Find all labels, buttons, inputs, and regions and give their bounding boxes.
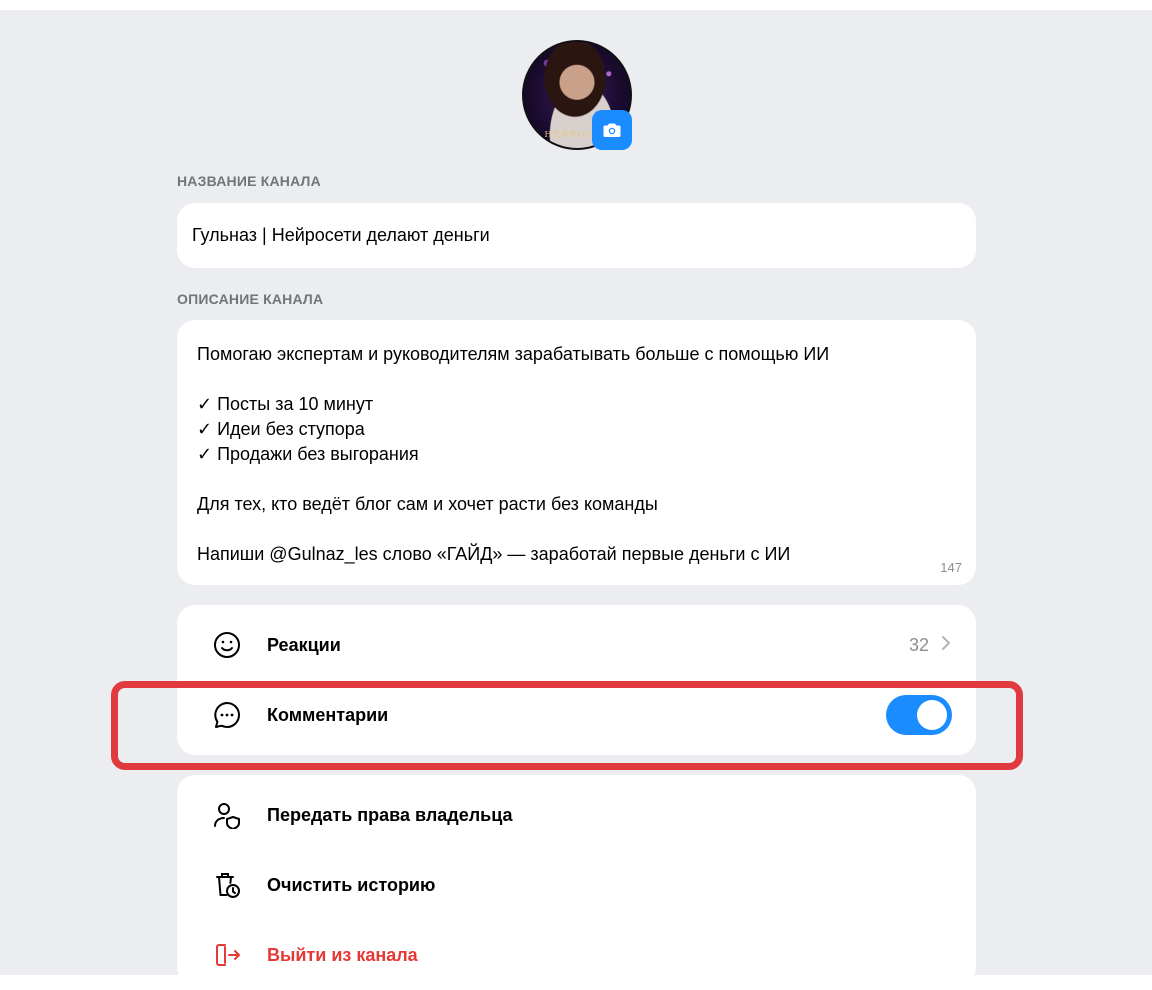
actions-card: Передать права владельца Очистить истори… xyxy=(177,775,976,985)
transfer-owner-row[interactable]: Передать права владельца xyxy=(177,780,976,850)
highlight-frame xyxy=(111,681,1023,770)
transfer-owner-label: Передать права владельца xyxy=(267,804,513,825)
description-line: Напиши @Gulnaz_les слово «ГАЙД» — зарабо… xyxy=(197,544,791,564)
clear-history-label: Очистить историю xyxy=(267,874,436,895)
channel-edit-page: НЕЙРОСЕТ НАЗВАНИЕ КАНАЛА Гульназ | Нейро… xyxy=(0,10,1152,985)
chevron-right-icon xyxy=(942,635,950,655)
trash-clock-icon xyxy=(212,870,242,900)
description-line xyxy=(197,467,956,492)
leave-channel-row[interactable]: Выйти из канала xyxy=(177,920,976,990)
description-line: ✓ Посты за 10 минут xyxy=(197,394,374,414)
channel-avatar-container: НЕЙРОСЕТ xyxy=(522,40,632,150)
reactions-row[interactable]: Реакции 32 xyxy=(177,610,976,680)
description-line xyxy=(197,367,956,392)
channel-name-value: Гульназ | Нейросети делают деньги xyxy=(192,225,490,245)
exit-icon xyxy=(212,940,242,970)
camera-icon xyxy=(603,123,621,137)
description-line: ✓ Идеи без ступора xyxy=(197,419,365,439)
reactions-label: Реакции xyxy=(267,634,341,655)
character-counter: 147 xyxy=(940,560,962,575)
user-shield-icon xyxy=(212,800,242,830)
clear-history-row[interactable]: Очистить историю xyxy=(177,850,976,920)
channel-description-label: ОПИСАНИЕ КАНАЛА xyxy=(177,291,324,307)
description-line: Для тех, кто ведёт блог сам и хочет раст… xyxy=(197,494,658,514)
leave-channel-label: Выйти из канала xyxy=(267,944,418,965)
channel-description-input[interactable]: Помогаю экспертам и руководителям зараба… xyxy=(177,320,976,585)
description-line xyxy=(197,517,956,542)
smile-icon xyxy=(212,630,242,660)
channel-name-label: НАЗВАНИЕ КАНАЛА xyxy=(177,173,321,189)
reactions-count: 32 xyxy=(908,634,929,655)
channel-name-input[interactable]: Гульназ | Нейросети делают деньги xyxy=(177,203,976,268)
description-line: Помогаю экспертам и руководителям зараба… xyxy=(197,344,830,364)
description-line: ✓ Продажи без выгорания xyxy=(197,444,419,464)
change-photo-button[interactable] xyxy=(592,110,632,150)
